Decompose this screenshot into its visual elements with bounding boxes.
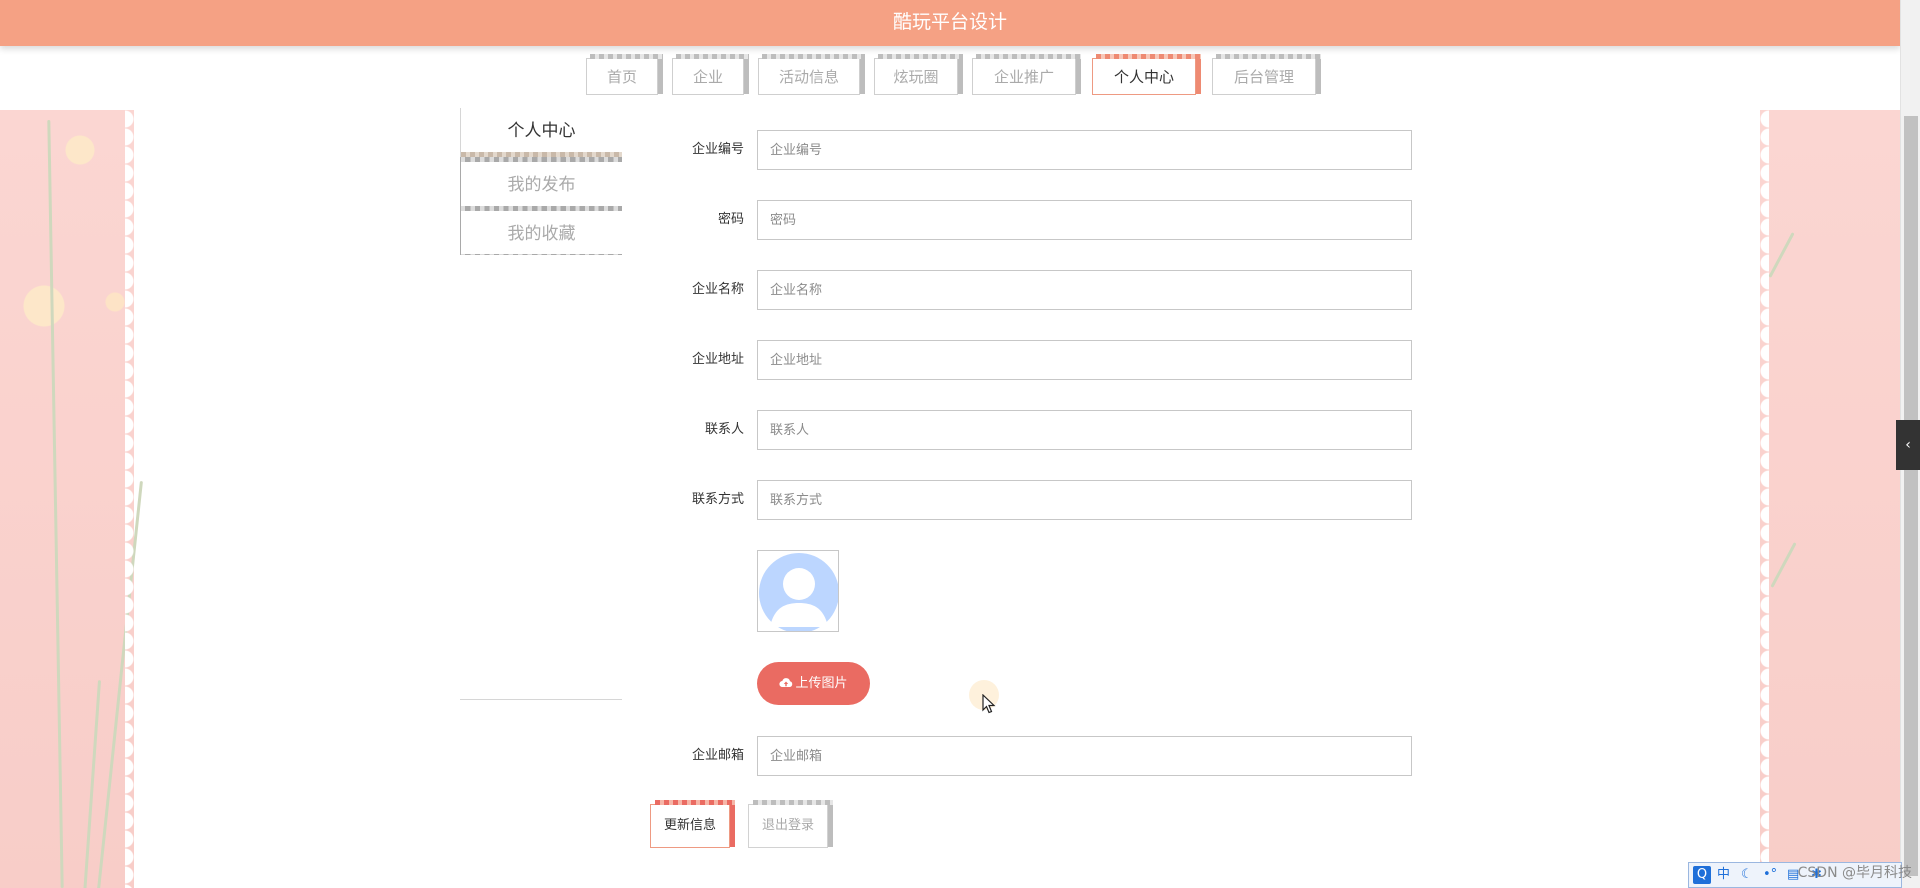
flower-stem xyxy=(81,680,102,888)
app-logo-icon: Q xyxy=(1693,866,1711,884)
avatar-placeholder-icon xyxy=(758,551,838,631)
enterprise-email-label: 企业邮箱 xyxy=(691,748,744,763)
tab-promotion[interactable]: 企业推广 xyxy=(972,54,1081,95)
form-row-enterprise-address: 企业地址 xyxy=(620,340,1412,380)
logout-button[interactable]: 退出登录 xyxy=(748,800,833,848)
scrollbar-thumb[interactable] xyxy=(1904,116,1918,876)
update-info-button[interactable]: 更新信息 xyxy=(650,800,735,848)
upload-image-label: 上传图片 xyxy=(795,676,848,691)
sidebar: 个人中心 我的发布 我的收藏 xyxy=(460,108,622,255)
contact-person-label: 联系人 xyxy=(704,422,744,437)
enterprise-id-label: 企业编号 xyxy=(691,142,744,157)
form-row-password: 密码 xyxy=(620,200,1412,240)
tab-enterprise[interactable]: 企业 xyxy=(672,54,749,95)
tab-admin[interactable]: 后台管理 xyxy=(1212,54,1321,95)
password-input[interactable] xyxy=(757,200,1412,240)
leaf-stroke xyxy=(1768,232,1795,278)
contact-method-label: 联系方式 xyxy=(691,492,744,507)
enterprise-name-input[interactable] xyxy=(757,270,1412,310)
form-row-enterprise-id: 企业编号 xyxy=(620,130,1412,170)
flower-stem xyxy=(96,480,143,888)
tab-circle[interactable]: 炫玩圈 xyxy=(874,54,963,95)
enterprise-address-label: 企业地址 xyxy=(691,352,744,367)
left-decoration-panel xyxy=(0,110,143,888)
enterprise-address-input[interactable] xyxy=(757,340,1412,380)
watermark-text: CSDN @毕月科技 xyxy=(1797,865,1912,881)
tab-personal-center[interactable]: 个人中心 xyxy=(1092,54,1201,95)
sidebar-item-my-posts[interactable]: 我的发布 xyxy=(460,157,622,206)
form-row-enterprise-name: 企业名称 xyxy=(620,270,1412,310)
site-header: 酷玩平台设计 xyxy=(0,0,1900,46)
password-label: 密码 xyxy=(717,212,744,227)
avatar-preview xyxy=(757,550,839,632)
enterprise-name-label: 企业名称 xyxy=(691,282,744,297)
enterprise-email-input[interactable] xyxy=(757,736,1412,776)
main-nav: 首页 企业 活动信息 炫玩圈 企业推广 个人中心 后台管理 xyxy=(0,54,1900,98)
form-row-contact-method: 联系方式 xyxy=(620,480,1412,520)
tab-home[interactable]: 首页 xyxy=(586,54,663,95)
upload-image-button[interactable]: 上传图片 xyxy=(757,662,870,705)
sidebar-item-my-favorites[interactable]: 我的收藏 xyxy=(460,206,622,255)
cloud-upload-icon xyxy=(779,678,793,688)
contact-person-input[interactable] xyxy=(757,410,1412,450)
contact-method-input[interactable] xyxy=(757,480,1412,520)
form-row-enterprise-email: 企业邮箱 xyxy=(620,736,1412,776)
sidebar-item-personal-center[interactable]: 个人中心 xyxy=(460,108,622,157)
mouse-cursor-icon xyxy=(982,694,996,714)
enterprise-id-input[interactable] xyxy=(757,130,1412,170)
flower-stem xyxy=(47,120,64,888)
site-title: 酷玩平台设计 xyxy=(892,11,1007,33)
leaf-stroke xyxy=(1770,542,1797,588)
chevron-left-icon[interactable]: ‹ xyxy=(1896,420,1920,470)
form-row-contact-person: 联系人 xyxy=(620,410,1412,450)
right-decoration-panel xyxy=(1751,110,1900,888)
sidebar-divider xyxy=(460,699,622,700)
tab-activities[interactable]: 活动信息 xyxy=(758,54,865,95)
